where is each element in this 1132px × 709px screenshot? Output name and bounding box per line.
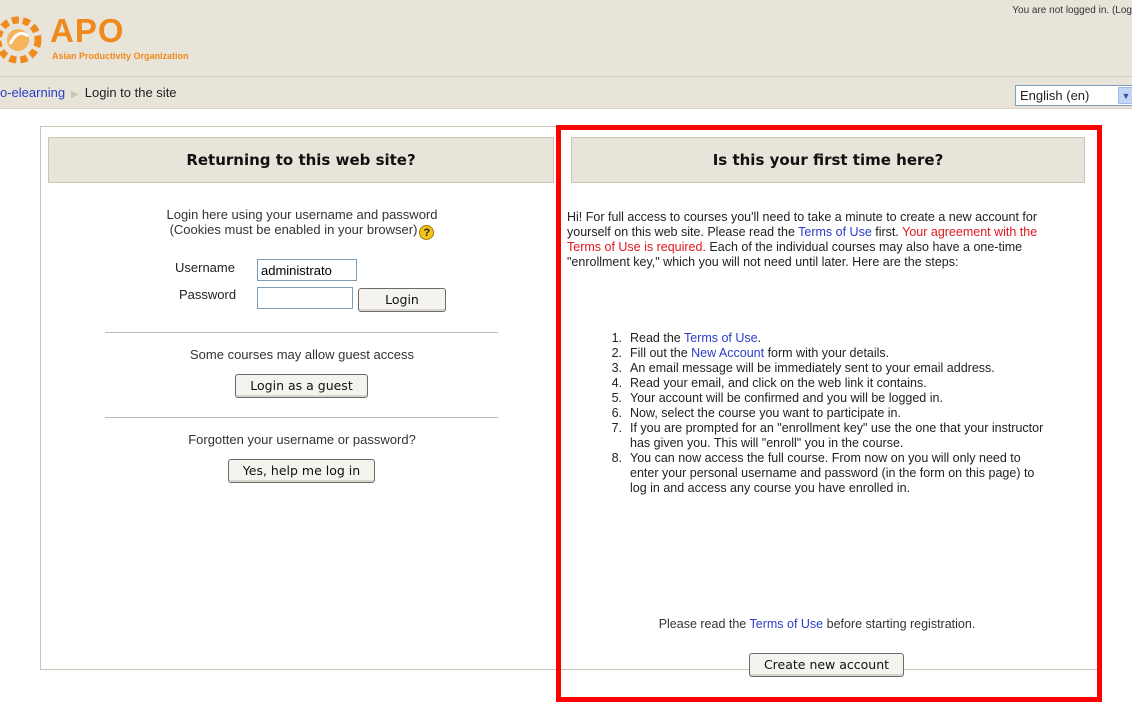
divider	[105, 332, 498, 333]
guest-text: Some courses may allow guest access	[190, 347, 414, 362]
step-text: An email message will be immediately sen…	[630, 361, 995, 375]
signup-footer: Please read the Terms of Use before star…	[567, 617, 1067, 631]
step-number: 8.	[611, 451, 622, 465]
divider	[105, 417, 498, 418]
list-item: 2. Fill out the New Account form with you…	[592, 346, 1044, 361]
login-intro: Login here using your username and passw…	[100, 207, 504, 240]
site-logo[interactable]: APO Asian Productivity Organization	[0, 10, 232, 70]
site-header: APO Asian Productivity Organization You …	[0, 0, 1132, 77]
signup-footer-text: before starting registration.	[823, 617, 976, 631]
step-text: If you are prompted for an "enrollment k…	[630, 421, 1044, 450]
breadcrumb-home-link[interactable]: o-elearning	[0, 85, 65, 100]
login-button[interactable]: Login	[358, 288, 446, 312]
apo-gear-logo-icon	[0, 16, 42, 64]
forgot-text: Forgotten your username or password?	[188, 432, 416, 447]
step-number: 1.	[611, 331, 622, 345]
step-text: Now, select the course you want to parti…	[630, 406, 901, 420]
list-item: 3. An email message will be immediately s…	[592, 361, 1044, 376]
step-text: form with your details.	[764, 346, 890, 360]
question-help-icon[interactable]: ?	[419, 225, 435, 240]
step-text: You can now access the full course. From…	[630, 451, 1035, 495]
step-text: Read the	[630, 331, 684, 345]
forgot-password-button[interactable]: Yes, help me log in	[228, 459, 375, 483]
step-text: Your account will be confirmed and you w…	[630, 391, 943, 405]
step-text: Fill out the	[630, 346, 692, 360]
list-item: 8. You can now access the full course. Fr…	[592, 451, 1044, 496]
login-panel-title: Returning to this web site?	[48, 137, 554, 183]
list-item: 4. Read your email, and click on the web …	[592, 376, 1044, 391]
login-intro-line1: Login here using your username and passw…	[166, 207, 438, 222]
chevron-down-icon[interactable]: ▼	[1118, 87, 1132, 104]
logo-subtitle: Asian Productivity Organization	[52, 51, 189, 61]
terms-of-use-link[interactable]: Terms of Use	[684, 331, 758, 345]
breadcrumb-current: Login to the site	[84, 85, 177, 100]
username-label: Username	[175, 260, 235, 275]
breadcrumb: o-elearning ▶ Login to the site	[0, 85, 177, 100]
login-status[interactable]: You are not logged in. (Log	[1012, 5, 1132, 16]
password-input[interactable]	[257, 287, 353, 309]
signup-panel-title: Is this your first time here?	[571, 137, 1085, 183]
terms-of-use-link[interactable]: Terms of Use	[798, 225, 872, 239]
password-label: Password	[179, 287, 237, 302]
step-text: .	[757, 331, 762, 345]
step-text: Read your email, and click on the web li…	[630, 376, 927, 390]
step-number: 5.	[611, 391, 622, 405]
logo-text: APO	[50, 12, 125, 49]
list-item: 7. If you are prompted for an "enrollment…	[592, 421, 1044, 451]
list-item: 5. Your account will be confirmed and you…	[592, 391, 1044, 406]
step-number: 2.	[611, 346, 622, 360]
list-item: 6. Now, select the course you want to par…	[592, 406, 1044, 421]
terms-of-use-link[interactable]: Terms of Use	[750, 617, 824, 631]
step-number: 4.	[611, 376, 622, 390]
signup-intro-text: first.	[871, 225, 903, 239]
username-input[interactable]	[257, 259, 357, 281]
step-number: 6.	[611, 406, 622, 420]
create-account-button[interactable]: Create new account	[749, 653, 904, 677]
list-item: 1. Read the Terms of Use.	[592, 331, 1044, 346]
language-select-value: English (en)	[1020, 88, 1090, 103]
guest-login-button[interactable]: Login as a guest	[235, 374, 368, 398]
signup-footer-text: Please read the	[658, 617, 750, 631]
language-select[interactable]: English (en) ▼	[1015, 85, 1132, 106]
navbar: o-elearning ▶ Login to the site	[0, 77, 1132, 109]
new-account-link[interactable]: New Account	[691, 346, 764, 360]
step-number: 3.	[611, 361, 622, 375]
step-number: 7.	[611, 421, 622, 435]
triangle-right-icon: ▶	[71, 89, 79, 100]
signup-intro: Hi! For full access to courses you'll ne…	[567, 210, 1067, 270]
login-intro-line2: (Cookies must be enabled in your browser…	[169, 222, 418, 237]
signup-steps: 1. Read the Terms of Use. 2. Fill out the …	[592, 331, 1044, 496]
